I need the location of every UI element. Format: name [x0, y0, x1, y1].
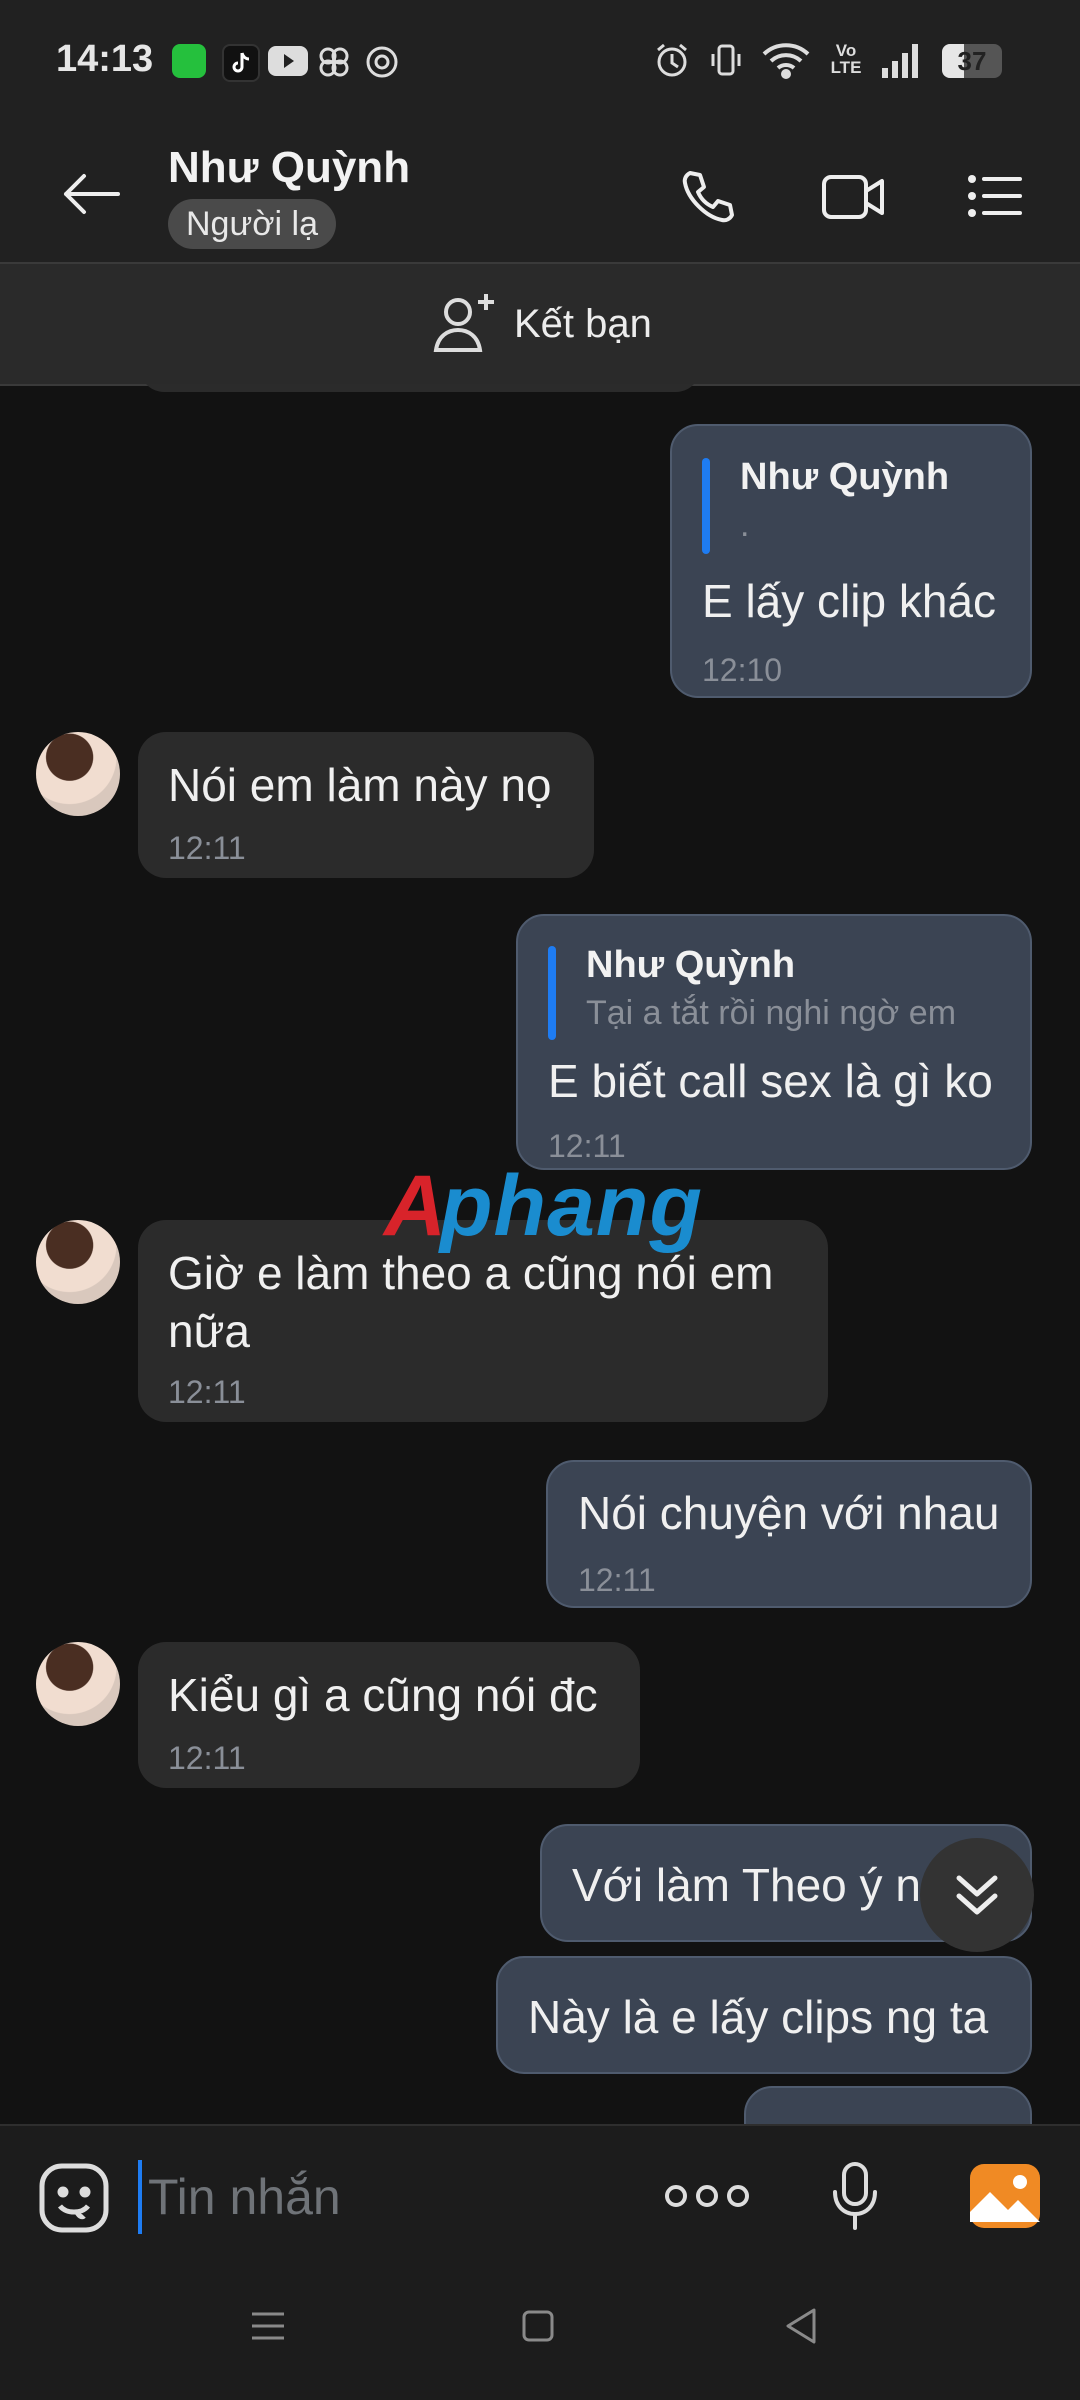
quote-sender: Như Quỳnh — [586, 944, 796, 986]
scroll-to-bottom-button[interactable] — [920, 1838, 1034, 1952]
message-time: 12:10 — [702, 652, 783, 688]
video-call-icon[interactable] — [820, 169, 886, 230]
back-arrow-icon[interactable] — [60, 169, 124, 224]
back-triangle-icon[interactable] — [780, 2304, 824, 2353]
message-text-line-2: nữa — [168, 1305, 250, 1357]
pinwheel-icon — [316, 44, 352, 85]
contact-name[interactable]: Như Quỳnh — [168, 143, 410, 193]
text-cursor — [138, 2160, 142, 2234]
menu-list-icon[interactable] — [966, 171, 1026, 226]
wifi-icon — [760, 40, 812, 85]
vibrate-icon — [706, 40, 746, 85]
add-user-icon — [430, 288, 500, 363]
youtube-icon — [268, 46, 308, 76]
message-time: 12:11 — [168, 830, 246, 866]
message-time: 12:11 — [168, 1740, 246, 1776]
avatar[interactable] — [36, 1220, 120, 1304]
quote-bar — [548, 946, 556, 1040]
message-input[interactable] — [146, 2156, 650, 2238]
message-bubble-outgoing[interactable]: Nói chuyện với nhau 12:11 — [546, 1460, 1032, 1608]
message-bubble-incoming[interactable]: Kiểu gì a cũng nói đc 12:11 — [138, 1642, 640, 1788]
partial-bubble — [744, 2086, 1032, 2124]
stranger-badge: Người lạ — [168, 199, 336, 249]
quote-text: . — [740, 506, 750, 544]
status-time: 14:13 — [56, 38, 154, 80]
battery-level: 37 — [957, 46, 987, 76]
message-text: E biết call sex là gì ko — [548, 1055, 993, 1107]
avatar[interactable] — [36, 1642, 120, 1726]
message-text: Kiểu gì a cũng nói đc — [168, 1669, 598, 1721]
sticker-icon[interactable] — [36, 2160, 112, 2241]
status-bar: 14:13 Vo LTE 37 — [0, 0, 1080, 125]
avatar[interactable] — [36, 732, 120, 816]
tiktok-icon — [222, 44, 260, 82]
more-dots-icon[interactable] — [664, 2176, 750, 2221]
svg-text:A: A — [382, 1158, 447, 1254]
add-friend-bar[interactable]: Kết bạn — [0, 262, 1080, 386]
system-nav-bar — [0, 2266, 1080, 2400]
message-bubble-outgoing[interactable]: Như Quỳnh . E lấy clip khác 12:10 — [670, 424, 1032, 698]
message-bubble-outgoing[interactable]: Này là e lấy clips ng ta — [496, 1956, 1032, 2074]
add-friend-label: Kết bạn — [514, 302, 652, 346]
svg-text:phang: phang — [438, 1158, 703, 1254]
phone-icon[interactable] — [676, 165, 740, 234]
alarm-icon — [652, 40, 692, 85]
app-grid-icon — [172, 44, 206, 78]
chrome-icon — [364, 44, 400, 85]
message-text: Với làm Theo ý n — [572, 1859, 921, 1911]
quote-bar — [702, 458, 710, 554]
volte-label: Vo LTE — [830, 41, 862, 77]
message-input-bar — [0, 2124, 1080, 2268]
message-time: 12:11 — [578, 1562, 656, 1598]
watermark-logo: A phang — [380, 1155, 710, 1275]
image-gallery-icon[interactable] — [968, 2162, 1042, 2235]
message-bubble-outgoing[interactable]: Như Quỳnh Tại a tắt rồi nghi ngờ em E bi… — [516, 914, 1032, 1170]
message-text: E lấy clip khác — [702, 575, 997, 627]
message-time: 12:11 — [168, 1374, 246, 1410]
double-chevron-down-icon — [956, 1875, 998, 1915]
chat-header: Như Quỳnh Người lạ — [0, 125, 1080, 262]
signal-icon — [878, 40, 924, 85]
quote-sender: Như Quỳnh — [740, 456, 950, 498]
home-square-icon[interactable] — [516, 2304, 560, 2353]
quote-text: Tại a tắt rồi nghi ngờ em — [586, 994, 957, 1032]
message-text: Nói chuyện với nhau — [578, 1487, 1000, 1539]
recents-menu-icon[interactable] — [246, 2304, 290, 2353]
microphone-icon[interactable] — [830, 2160, 880, 2237]
battery-icon: 37 — [942, 44, 1002, 78]
message-text: Nói em làm này nọ — [168, 759, 552, 811]
message-text: Này là e lấy clips ng ta — [528, 1991, 989, 2043]
message-bubble-incoming[interactable]: Nói em làm này nọ 12:11 — [138, 732, 594, 878]
partial-bubble — [140, 384, 700, 392]
